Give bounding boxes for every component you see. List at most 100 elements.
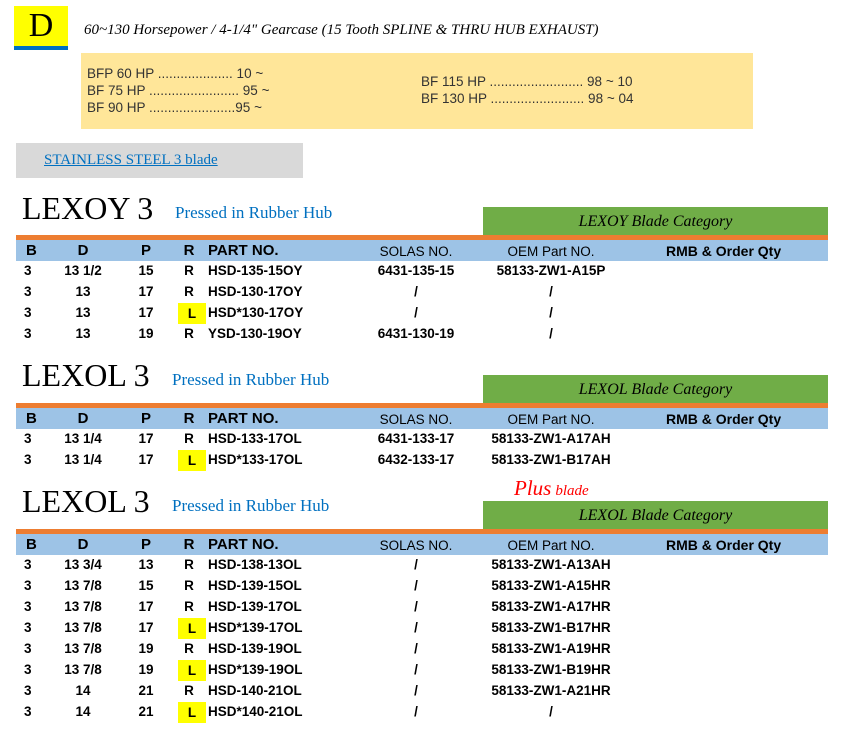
cell-rotation: R: [184, 578, 194, 593]
plus-blade-label: blade: [555, 483, 589, 499]
cell-solas-no: /: [414, 704, 418, 719]
material-tab[interactable]: STAINLESS STEEL 3 blade: [16, 143, 303, 178]
section-badge: D: [14, 6, 68, 50]
cell-rotation: L: [178, 702, 206, 723]
col-p-header: P: [140, 536, 151, 553]
table-header: B D P R PART NO. SOLAS NO. OEM Part NO. RMB & O…: [16, 240, 828, 261]
cell-oem-part-no: 58133-ZW1-B17AH: [491, 452, 611, 467]
cell-rotation: R: [184, 263, 194, 278]
cell-solas-no: /: [414, 557, 418, 572]
cell-part-no: HSD-139-15OL: [208, 578, 302, 593]
col-p-header: P: [140, 410, 151, 427]
cell-blades: 3: [24, 599, 32, 614]
cell-oem-part-no: 58133-ZW1-A17AH: [491, 431, 611, 446]
table-row[interactable]: 3 13 1/4 17 L HSD*133-17OL 6432-133-17 58133-Z…: [16, 450, 828, 471]
col-part-header: PART NO.: [208, 410, 279, 427]
cell-blades: 3: [24, 305, 32, 320]
col-b-header: B: [26, 536, 37, 553]
section-subtitle: Pressed in Rubber Hub: [175, 203, 333, 222]
table-row[interactable]: 3 13 17 L HSD*130-17OY / /: [16, 303, 828, 324]
table-row[interactable]: 3 13 17 R HSD-130-17OY / /: [16, 282, 828, 303]
cell-rotation: L: [178, 303, 206, 324]
section-title: LEXOL 3: [22, 357, 150, 393]
cell-diameter: 13: [75, 326, 91, 341]
table-row[interactable]: 3 14 21 R HSD-140-21OL / 58133-ZW1-A21HR: [16, 681, 828, 702]
plus-blade-note: Plus blade: [514, 476, 589, 501]
cell-solas-no: /: [414, 284, 418, 299]
blade-category-label: LEXOL Blade Category: [483, 375, 828, 403]
table-row[interactable]: 3 13 7/8 15 R HSD-139-15OL / 58133-ZW1-A15HR: [16, 576, 828, 597]
table-row[interactable]: 3 13 1/2 15 R HSD-135-15OY 6431-135-15 58133-Z…: [16, 261, 828, 282]
cell-blades: 3: [24, 641, 32, 656]
col-solas-header: SOLAS NO.: [379, 244, 453, 259]
cell-pitch: 21: [138, 683, 154, 698]
cell-rotation: R: [184, 641, 194, 656]
cell-oem-part-no: 58133-ZW1-B17HR: [491, 620, 611, 635]
cell-oem-part-no: 58133-ZW1-A17HR: [491, 599, 611, 614]
table-row[interactable]: 3 13 7/8 19 L HSD*139-19OL / 58133-ZW1-B19HR: [16, 660, 828, 681]
cell-blades: 3: [24, 326, 32, 341]
col-r-header: R: [183, 410, 195, 427]
section-title: LEXOL 3: [22, 483, 150, 519]
col-oem-header: OEM Part NO.: [507, 412, 595, 427]
col-r-header: R: [183, 536, 195, 553]
cell-diameter: 13 7/8: [64, 578, 102, 593]
col-r-header: R: [183, 242, 195, 259]
hp-item: BF 90 HP .......................95 ~: [87, 100, 262, 115]
cell-blades: 3: [24, 620, 32, 635]
cell-oem-part-no: 58133-ZW1-A13AH: [491, 557, 611, 572]
table-row[interactable]: 3 13 7/8 19 R HSD-139-19OL / 58133-ZW1-A19HR: [16, 639, 828, 660]
cell-blades: 3: [24, 683, 32, 698]
hp-list-left: BFP 60 HP .................... 10 ~ BF 7…: [87, 65, 269, 116]
cell-part-no: HSD-140-21OL: [208, 683, 302, 698]
cell-solas-no: 6431-133-17: [377, 431, 455, 446]
col-rmb-header: RMB & Order Qty: [666, 411, 782, 427]
col-solas-header: SOLAS NO.: [379, 538, 453, 553]
cell-pitch: 17: [138, 305, 154, 320]
cell-diameter: 14: [75, 704, 91, 719]
cell-pitch: 17: [138, 620, 154, 635]
cell-part-no: HSD*139-19OL: [208, 662, 303, 677]
cell-oem-part-no: 58133-ZW1-A15P: [496, 263, 606, 278]
cell-part-no: HSD-130-17OY: [208, 284, 303, 299]
cell-pitch: 19: [138, 326, 154, 341]
cell-part-no: HSD*133-17OL: [208, 452, 303, 467]
table-row[interactable]: 3 14 21 L HSD*140-21OL / /: [16, 702, 828, 723]
cell-solas-no: /: [414, 620, 418, 635]
cell-solas-no: /: [414, 305, 418, 320]
table-row[interactable]: 3 13 7/8 17 L HSD*139-17OL / 58133-ZW1-B17HR: [16, 618, 828, 639]
cell-part-no: HSD*140-21OL: [208, 704, 303, 719]
col-solas-header: SOLAS NO.: [379, 412, 453, 427]
cell-oem-part-no: /: [549, 326, 553, 341]
col-rmb-header: RMB & Order Qty: [666, 537, 782, 553]
col-rmb-header: RMB & Order Qty: [666, 243, 782, 259]
cell-oem-part-no: 58133-ZW1-A15HR: [491, 578, 611, 593]
table-row[interactable]: 3 13 7/8 17 R HSD-139-17OL / 58133-ZW1-A17HR: [16, 597, 828, 618]
cell-oem-part-no: 58133-ZW1-A19HR: [491, 641, 611, 656]
material-tab-label[interactable]: STAINLESS STEEL 3 blade: [44, 152, 218, 169]
cell-solas-no: 6431-130-19: [377, 326, 455, 341]
cell-solas-no: 6432-133-17: [377, 452, 455, 467]
table-row[interactable]: 3 13 3/4 13 R HSD-138-13OL / 58133-ZW1-A13AH: [16, 555, 828, 576]
cell-diameter: 14: [75, 683, 91, 698]
cell-rotation: L: [178, 660, 206, 681]
cell-part-no: HSD-133-17OL: [208, 431, 302, 446]
cell-oem-part-no: /: [549, 305, 553, 320]
hp-item: BFP 60 HP .................... 10 ~: [87, 66, 264, 81]
cell-pitch: 13: [138, 557, 154, 572]
cell-diameter: 13 7/8: [64, 620, 102, 635]
cell-pitch: 17: [138, 599, 154, 614]
cell-part-no: HSD-138-13OL: [208, 557, 302, 572]
page-title: 60~130 Horsepower / 4-1/4" Gearcase (15 …: [84, 22, 599, 38]
cell-diameter: 13: [75, 305, 91, 320]
cell-part-no: HSD*139-17OL: [208, 620, 303, 635]
plus-label: Plus: [514, 476, 552, 500]
cell-rotation: R: [184, 557, 194, 572]
cell-rotation: L: [178, 450, 206, 471]
table-row[interactable]: 3 13 19 R YSD-130-19OY 6431-130-19 /: [16, 324, 828, 345]
cell-part-no: HSD*130-17OY: [208, 305, 304, 320]
col-oem-header: OEM Part NO.: [507, 538, 595, 553]
cell-pitch: 17: [138, 452, 154, 467]
cell-rotation: R: [184, 683, 194, 698]
table-row[interactable]: 3 13 1/4 17 R HSD-133-17OL 6431-133-17 58133-Z…: [16, 429, 828, 450]
